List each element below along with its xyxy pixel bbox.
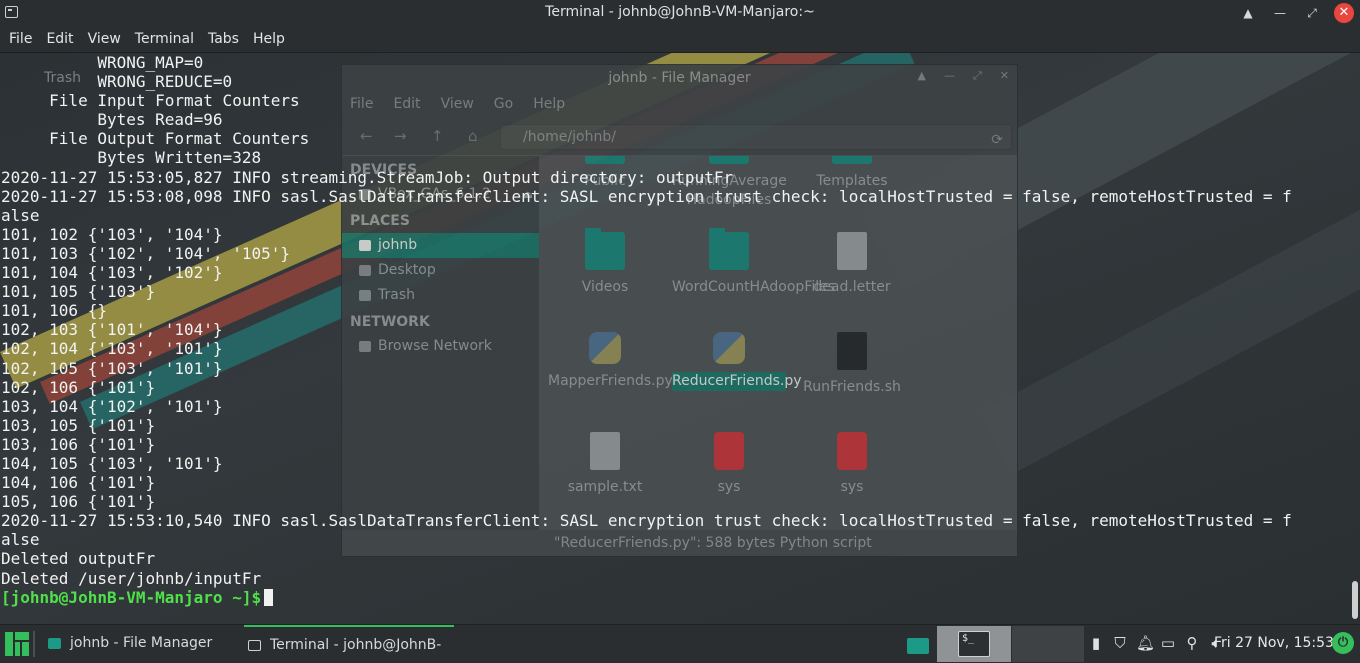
- file-manager-icon: [48, 638, 61, 649]
- terminal-line: WRONG_REDUCE=0: [1, 72, 233, 92]
- terminal-line: 2020-11-27 15:53:10,540 INFO sasl.SaslDa…: [1, 511, 1292, 531]
- terminal-titlebar[interactable]: Terminal - johnb@JohnB-VM-Manjaro:~ ▲ — …: [0, 0, 1360, 26]
- terminal-thumbnail-icon: $_: [958, 631, 990, 657]
- terminal-line: 103, 104 {'102', '101'}: [1, 396, 223, 416]
- shell-prompt: [johnb@JohnB-VM-Manjaro ~]$: [1, 587, 262, 607]
- terminal-line: Bytes Written=328: [1, 148, 262, 168]
- workspace-3[interactable]: [1012, 626, 1084, 662]
- terminal-output[interactable]: WRONG_MAP=0 WRONG_REDUCE=0 File Input Fo…: [0, 53, 1348, 624]
- minimize-icon[interactable]: —: [1270, 3, 1290, 23]
- window-thumbnail-icon: [907, 638, 929, 654]
- terminal-line: 102, 104 {'103', '101'}: [1, 339, 223, 359]
- terminal-menubar: File Edit View Terminal Tabs Help: [0, 26, 1360, 53]
- bell-icon[interactable]: 🔔︎: [1136, 634, 1155, 652]
- taskbar: johnb - File Manager Terminal - johnb@Jo…: [0, 624, 1360, 663]
- system-tray: ▮ ⛉ 🔔︎ ▭ ⚲ 🔈︎: [1088, 634, 1224, 652]
- text-cursor: [264, 588, 274, 606]
- task-label: johnb - File Manager: [70, 635, 213, 651]
- terminal-line: 104, 106 {'101'}: [1, 473, 156, 493]
- menu-file[interactable]: File: [8, 31, 41, 47]
- terminal-line: 102, 105 {'103', '101'}: [1, 358, 223, 378]
- task-file-manager[interactable]: johnb - File Manager: [44, 625, 240, 663]
- clock[interactable]: Fri 27 Nov, 15:53: [1214, 635, 1334, 651]
- workspace-2[interactable]: $_: [937, 626, 1011, 662]
- prompt-line[interactable]: [johnb@JohnB-VM-Manjaro ~]$: [0, 588, 1348, 607]
- window-title: Terminal - johnb@JohnB-VM-Manjaro:~: [545, 4, 815, 20]
- shade-icon[interactable]: ▲: [1238, 3, 1258, 23]
- terminal-line: Deleted outputFr: [1, 549, 156, 569]
- manjaro-menu-icon[interactable]: [5, 632, 29, 656]
- terminal-line: 101, 102 {'103', '104'}: [1, 224, 223, 244]
- terminal-line: 105, 106 {'101'}: [1, 492, 156, 512]
- menu-tabs[interactable]: Tabs: [207, 31, 248, 47]
- terminal-line: 2020-11-27 15:53:08,098 INFO sasl.SaslDa…: [1, 186, 1292, 206]
- close-icon[interactable]: ✕: [1334, 3, 1354, 23]
- terminal-line: 102, 103 {'101', '104'}: [1, 320, 223, 340]
- task-terminal[interactable]: Terminal - johnb@JohnB-V...: [244, 625, 454, 663]
- display-icon[interactable]: ▭: [1160, 634, 1176, 652]
- terminal-line: alse: [1, 205, 40, 225]
- task-label: Terminal - johnb@JohnB-V...: [270, 637, 442, 653]
- terminal-line: Deleted /user/johnb/inputFr: [1, 568, 262, 588]
- updates-shield-icon[interactable]: ⛉: [1112, 634, 1128, 652]
- maximize-icon[interactable]: ⤢: [1302, 3, 1322, 23]
- terminal-line: alse: [1, 530, 40, 550]
- terminal-line: 103, 106 {'101'}: [1, 434, 156, 454]
- terminal-line: 2020-11-27 15:53:05,827 INFO streaming.S…: [1, 167, 734, 187]
- terminal-line: WRONG_MAP=0: [1, 53, 204, 72]
- terminal-line: 101, 105 {'103'}: [1, 282, 156, 302]
- menu-terminal[interactable]: Terminal: [134, 31, 203, 47]
- terminal-line: File Output Format Counters: [1, 129, 310, 149]
- terminal-line: 101, 103 {'102', '104', '105'}: [1, 243, 290, 263]
- battery-icon[interactable]: ▮: [1088, 634, 1104, 652]
- menu-edit[interactable]: Edit: [45, 31, 82, 47]
- terminal-line: 103, 105 {'101'}: [1, 415, 156, 435]
- terminal-line: 101, 104 {'103', '102'}: [1, 263, 223, 283]
- clip-icon[interactable]: ⚲: [1184, 634, 1200, 652]
- terminal-icon: [248, 640, 261, 651]
- taskbar-separator: [33, 631, 35, 657]
- power-icon[interactable]: ⏻: [1332, 632, 1354, 654]
- terminal-line: 101, 106 {}: [1, 301, 107, 321]
- menu-view[interactable]: View: [87, 31, 130, 47]
- menu-help[interactable]: Help: [252, 31, 294, 47]
- terminal-line: 102, 106 {'101'}: [1, 377, 156, 397]
- terminal-line: File Input Format Counters: [1, 91, 300, 111]
- workspace-1[interactable]: [903, 630, 933, 658]
- terminal-scrollbar[interactable]: [1352, 581, 1358, 619]
- terminal-line: Bytes Read=96: [1, 110, 223, 130]
- terminal-line: 104, 105 {'103', '101'}: [1, 453, 223, 473]
